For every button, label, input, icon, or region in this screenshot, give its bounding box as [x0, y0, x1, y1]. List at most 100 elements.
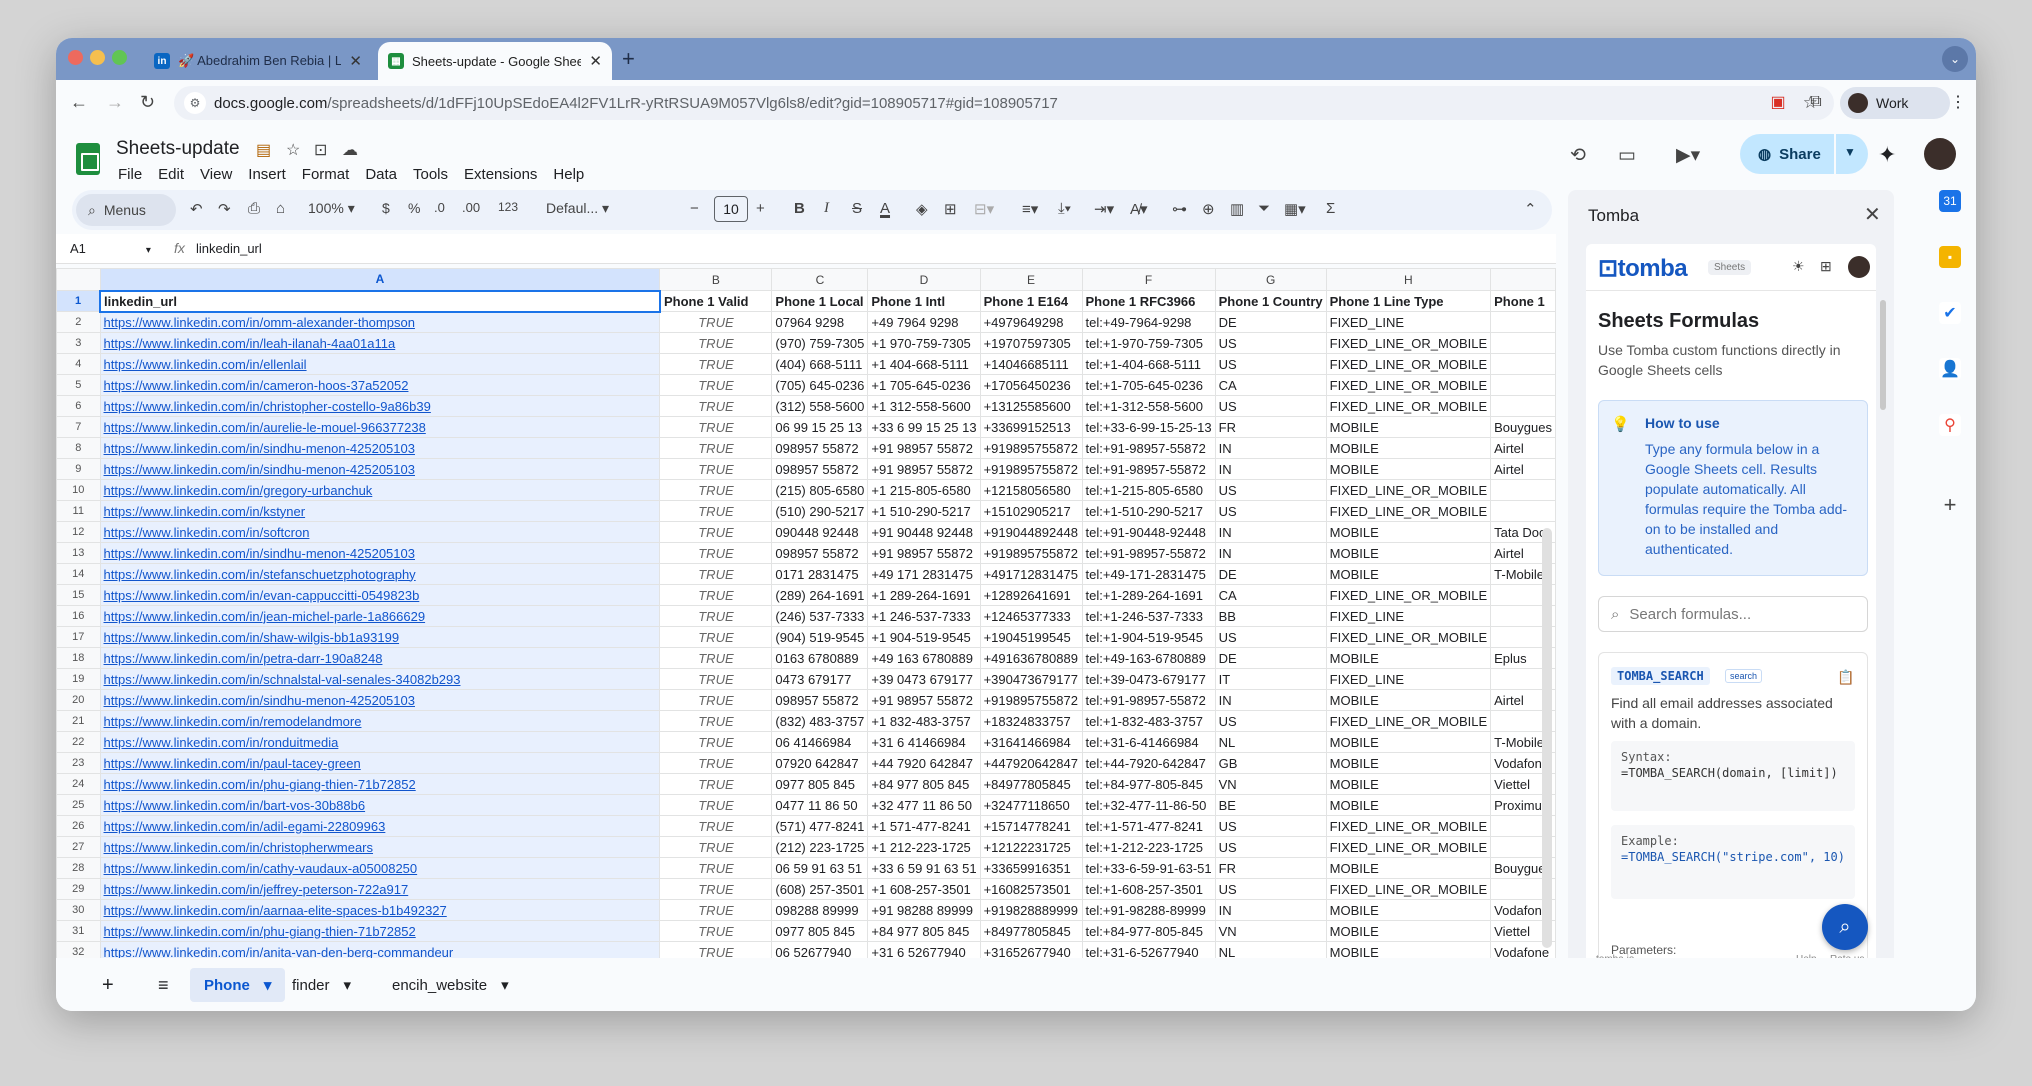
insert-chart-icon[interactable]: ▥ — [1230, 200, 1244, 218]
cell[interactable]: https://www.linkedin.com/in/omm-alexande… — [99, 311, 661, 333]
cell[interactable]: (970) 759-7305 — [771, 332, 869, 354]
cell[interactable]: +84 977 805 845 — [867, 773, 981, 795]
maximize-window-button[interactable] — [112, 50, 127, 65]
cell[interactable]: TRUE — [659, 899, 773, 921]
cell[interactable]: MOBILE — [1325, 794, 1492, 816]
cell[interactable]: https://www.linkedin.com/in/jeffrey-pete… — [99, 878, 661, 900]
cell[interactable]: 0477 11 86 50 — [771, 794, 869, 816]
cell[interactable]: IN — [1214, 458, 1327, 480]
cell[interactable]: https://www.linkedin.com/in/ellenlail — [99, 353, 661, 375]
row-header[interactable]: 13 — [56, 542, 101, 564]
cell[interactable]: +84977805845 — [979, 920, 1083, 942]
cell[interactable]: tel:+1-904-519-9545 — [1081, 626, 1216, 648]
cell[interactable] — [1490, 311, 1556, 333]
address-bar[interactable]: ⚙ docs.google.com/spreadsheets/d/1dFFj10… — [174, 86, 1834, 120]
chevron-down-icon[interactable]: ▾ — [501, 976, 509, 994]
row-header[interactable]: 25 — [56, 794, 101, 816]
menu-tools[interactable]: Tools — [413, 166, 448, 183]
cell[interactable]: tel:+49-163-6780889 — [1081, 647, 1216, 669]
row-header[interactable]: 26 — [56, 815, 101, 837]
row-header[interactable]: 15 — [56, 584, 101, 606]
row-header[interactable]: 24 — [56, 773, 101, 795]
cell[interactable]: +31 6 41466984 — [867, 731, 981, 753]
cell[interactable]: https://www.linkedin.com/in/cameron-hoos… — [99, 374, 661, 396]
cell[interactable]: https://www.linkedin.com/in/evan-cappucc… — [99, 584, 661, 606]
cell[interactable]: +919895755872 — [979, 689, 1083, 711]
cell[interactable]: TRUE — [659, 626, 773, 648]
cell[interactable]: +12122231725 — [979, 836, 1083, 858]
cell[interactable]: https://www.linkedin.com/in/stefanschuet… — [99, 563, 661, 585]
cell[interactable]: VN — [1214, 773, 1327, 795]
browser-menu-icon[interactable]: ⋮ — [1950, 92, 1966, 112]
cell[interactable]: +33699152513 — [979, 416, 1083, 438]
cell[interactable]: Bouygues — [1490, 416, 1556, 438]
percent-format-button[interactable]: % — [408, 200, 420, 216]
meet-icon[interactable]: ▶▾ — [1676, 144, 1700, 167]
formula-input[interactable]: linkedin_url — [196, 241, 262, 256]
cell[interactable]: MOBILE — [1325, 752, 1492, 774]
cell[interactable]: FIXED_LINE_OR_MOBILE — [1325, 500, 1492, 522]
cell[interactable]: +49 7964 9298 — [867, 311, 981, 333]
cell[interactable]: +18324833757 — [979, 710, 1083, 732]
cell[interactable]: TRUE — [659, 542, 773, 564]
cell[interactable]: BE — [1214, 794, 1327, 816]
cell[interactable]: 06 41466984 — [771, 731, 869, 753]
comments-icon[interactable]: ▭ — [1618, 144, 1636, 167]
cell[interactable]: +39 0473 679177 — [867, 668, 981, 690]
row-header[interactable]: 23 — [56, 752, 101, 774]
forward-icon[interactable]: → — [106, 92, 124, 113]
cell[interactable]: +1 510-290-5217 — [867, 500, 981, 522]
cell[interactable]: TRUE — [659, 794, 773, 816]
cell[interactable]: tel:+1-832-483-3757 — [1081, 710, 1216, 732]
text-color-icon[interactable]: A — [880, 200, 890, 217]
contacts-icon[interactable]: 👤 — [1939, 358, 1961, 380]
cell[interactable]: +31641466984 — [979, 731, 1083, 753]
column-header[interactable]: A — [99, 268, 661, 291]
document-title[interactable]: Sheets-update — [116, 138, 240, 160]
cell[interactable]: 0473 679177 — [771, 668, 869, 690]
add-addon-icon[interactable]: + — [1939, 492, 1961, 517]
cell[interactable]: https://www.linkedin.com/in/leah-ilanah-… — [99, 332, 661, 354]
cell[interactable]: FIXED_LINE_OR_MOBILE — [1325, 710, 1492, 732]
cell[interactable]: https://www.linkedin.com/in/jean-michel-… — [99, 605, 661, 627]
print-icon[interactable]: ⎙ — [248, 200, 260, 217]
cell[interactable]: US — [1214, 626, 1327, 648]
cell[interactable]: https://www.linkedin.com/in/petra-darr-1… — [99, 647, 661, 669]
cell[interactable]: +91 90448 92448 — [867, 521, 981, 543]
cell[interactable]: https://www.linkedin.com/in/remodelandmo… — [99, 710, 661, 732]
paint-format-icon[interactable]: ⌂ — [276, 200, 285, 217]
cell[interactable]: +1 970-759-7305 — [867, 332, 981, 354]
cell[interactable]: +84 977 805 845 — [867, 920, 981, 942]
font-size-decrease-icon[interactable]: − — [690, 200, 699, 217]
cell[interactable]: Phone 1 Intl — [867, 290, 981, 312]
menus-search[interactable]: ⌕ Menus — [76, 194, 176, 226]
cell[interactable]: 098957 55872 — [771, 542, 869, 564]
gemini-icon[interactable]: ✦ — [1878, 142, 1896, 168]
row-header[interactable]: 5 — [56, 374, 101, 396]
cell[interactable]: MOBILE — [1325, 521, 1492, 543]
cell[interactable]: (904) 519-9545 — [771, 626, 869, 648]
cell[interactable]: Airtel — [1490, 437, 1556, 459]
cell[interactable]: DE — [1214, 647, 1327, 669]
sheet-tab-encih-website[interactable]: encih_website ▾ — [378, 968, 523, 1002]
font-size-input[interactable]: 10 — [714, 196, 748, 222]
cell[interactable]: US — [1214, 479, 1327, 501]
cell[interactable]: +919044892448 — [979, 521, 1083, 543]
cell[interactable]: +84977805845 — [979, 773, 1083, 795]
cell[interactable]: MOBILE — [1325, 542, 1492, 564]
column-header[interactable] — [1490, 268, 1556, 291]
cell[interactable]: +1 571-477-8241 — [867, 815, 981, 837]
cell[interactable]: (832) 483-3757 — [771, 710, 869, 732]
sheet-tab-phone[interactable]: Phone ▾ — [190, 968, 286, 1002]
cell[interactable]: US — [1214, 836, 1327, 858]
row-header[interactable]: 7 — [56, 416, 101, 438]
close-window-button[interactable] — [68, 50, 83, 65]
name-box[interactable]: A1 ▾ — [70, 241, 151, 256]
sheets-logo-icon[interactable] — [76, 143, 100, 175]
cell[interactable]: +12465377333 — [979, 605, 1083, 627]
apps-grid-icon[interactable]: ⊞ — [1820, 258, 1832, 275]
cell[interactable]: CA — [1214, 374, 1327, 396]
cell[interactable]: tel:+1-246-537-7333 — [1081, 605, 1216, 627]
cell[interactable]: FIXED_LINE_OR_MOBILE — [1325, 479, 1492, 501]
cell[interactable]: +12892641691 — [979, 584, 1083, 606]
